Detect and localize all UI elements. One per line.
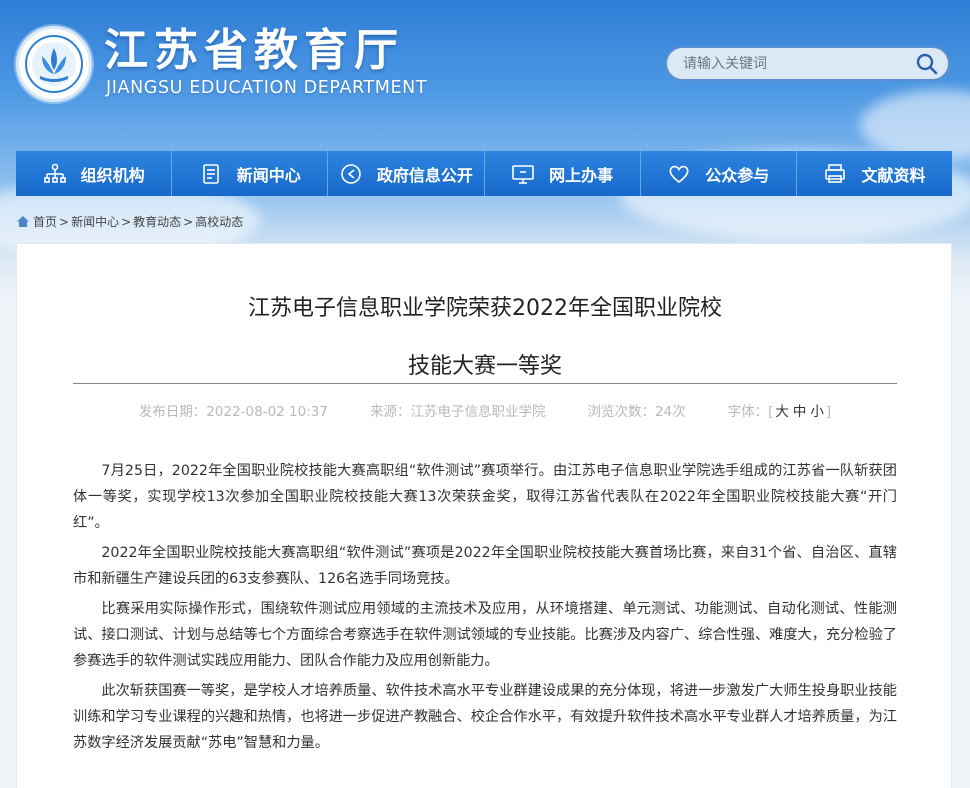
- search-bar: [665, 46, 950, 81]
- font-small-button[interactable]: 小: [810, 404, 824, 420]
- breadcrumb-education-news[interactable]: 教育动态: [133, 213, 181, 230]
- article-paragraph: 2022年全国职业院校技能大赛高职组“软件测试”赛项是2022年全国职业院校技能…: [73, 545, 897, 587]
- breadcrumb-university-news[interactable]: 高校动态: [195, 213, 243, 230]
- announcement-icon: [339, 162, 363, 186]
- font-medium-button[interactable]: 中: [793, 404, 807, 420]
- nav-item-organization[interactable]: 组织机构: [16, 151, 173, 196]
- nav-label: 网上办事: [549, 165, 614, 185]
- nav-item-news[interactable]: 新闻中心: [172, 151, 329, 196]
- search-button[interactable]: [916, 53, 938, 75]
- nav-label: 公众参与: [705, 165, 770, 185]
- org-chart-icon: [43, 162, 67, 186]
- publish-date: 发布日期：2022-08-02 10:37: [138, 404, 328, 420]
- document-icon: [199, 162, 223, 186]
- font-large-button[interactable]: 大: [775, 404, 789, 420]
- article-source: 来源：江苏电子信息职业学院: [369, 404, 546, 420]
- nav-label: 政府信息公开: [376, 165, 473, 185]
- nav-item-gov-info[interactable]: 政府信息公开: [328, 151, 485, 196]
- font-size-control: 字体：[大中小]: [727, 404, 832, 420]
- article-title: 江苏电子信息职业学院荣获2022年全国职业院校 技能大赛一等奖: [248, 296, 722, 379]
- heart-icon: [667, 162, 691, 186]
- home-icon: [17, 216, 29, 227]
- printer-icon: [823, 162, 847, 186]
- nav-item-online-service[interactable]: 网上办事: [484, 151, 641, 196]
- monitor-icon: [511, 162, 535, 186]
- view-count: 浏览次数：24次: [587, 404, 686, 420]
- nav-item-documents[interactable]: 文献资料: [796, 151, 953, 196]
- site-logo[interactable]: [16, 26, 92, 102]
- site-header: 江苏省教育厅 JIANGSU EDUCATION DEPARTMENT: [0, 0, 970, 148]
- site-title: 江苏省教育厅: [104, 25, 404, 76]
- nav-label: 新闻中心: [236, 165, 301, 185]
- article-body: 7月25日，2022年全国职业院校技能大赛高职组“软件测试”赛项举行。由江苏电子…: [73, 458, 897, 760]
- main-nav: 组织机构 新闻中心 政府信息公开 网上办事 公众参与 文献资料: [16, 151, 953, 196]
- article-meta: 发布日期：2022-08-02 10:37 来源：江苏电子信息职业学院 浏览次数…: [17, 400, 953, 420]
- nav-label: 组织机构: [80, 165, 145, 185]
- article-paragraph: 7月25日，2022年全国职业院校技能大赛高职组“软件测试”赛项举行。由江苏电子…: [73, 463, 897, 531]
- search-icon: [916, 53, 938, 75]
- emblem-icon: [25, 35, 83, 93]
- site-subtitle: JIANGSU EDUCATION DEPARTMENT: [106, 78, 428, 98]
- article-paragraph: 此次斩获国赛一等奖，是学校人才培养质量、软件技术高水平专业群建设成果的充分体现，…: [73, 683, 897, 751]
- breadcrumb: 首页 > 新闻中心 > 教育动态 > 高校动态: [16, 213, 243, 230]
- breadcrumb-news[interactable]: 新闻中心: [71, 213, 119, 230]
- search-input[interactable]: [683, 55, 913, 72]
- article-container: 江苏电子信息职业学院荣获2022年全国职业院校 技能大赛一等奖 发布日期：202…: [16, 243, 952, 788]
- breadcrumb-home[interactable]: 首页: [33, 213, 57, 230]
- article-paragraph: 比赛采用实际操作形式，围绕软件测试应用领域的主流技术及应用，从环境搭建、单元测试…: [73, 601, 897, 669]
- title-divider: [73, 383, 897, 384]
- nav-item-public-participation[interactable]: 公众参与: [640, 151, 797, 196]
- nav-label: 文献资料: [861, 165, 926, 185]
